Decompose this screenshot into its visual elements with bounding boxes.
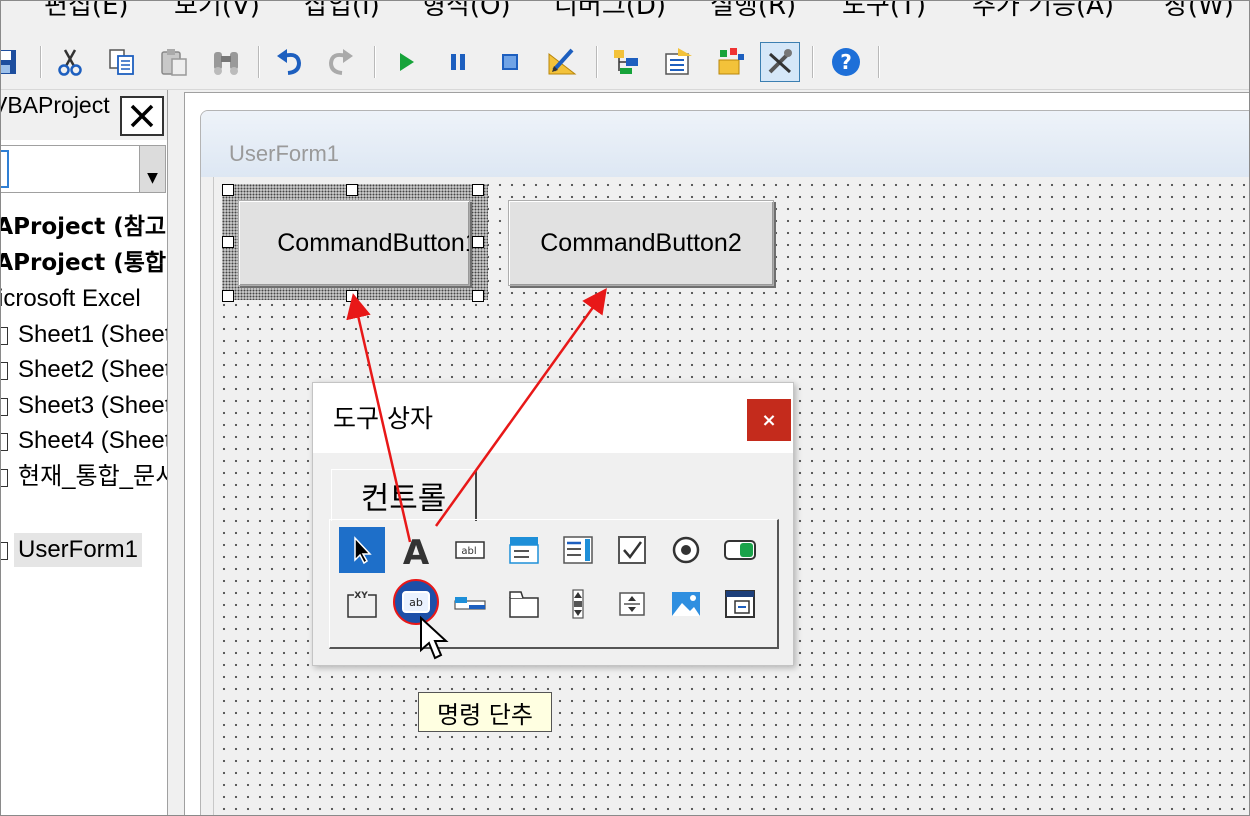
close-icon: × xyxy=(761,409,777,431)
toolbox-window: 도구 상자 × 컨트롤 A abl XY ab xyxy=(312,382,794,666)
command-button-2[interactable]: CommandButton2 xyxy=(508,200,774,286)
project-explorer-icon[interactable] xyxy=(606,42,646,82)
find-icon[interactable] xyxy=(206,42,246,82)
panel-splitter[interactable] xyxy=(168,90,184,816)
resize-handle[interactable] xyxy=(222,184,234,196)
menu-edit[interactable]: 편집(E) xyxy=(44,0,129,26)
run-icon[interactable] xyxy=(386,42,426,82)
copy-icon[interactable] xyxy=(102,42,142,82)
undo-icon[interactable] xyxy=(270,42,310,82)
listbox-tool-icon[interactable] xyxy=(555,527,601,573)
chevron-down-icon[interactable]: ▼ xyxy=(139,146,165,192)
menu-view[interactable]: 보기(V) xyxy=(174,0,260,26)
svg-text:ab: ab xyxy=(409,596,423,609)
spin-button-tool-icon[interactable] xyxy=(609,581,655,627)
tree-item[interactable]: VBAProject (참고) xyxy=(0,210,167,244)
menu-tools[interactable]: 도구(T) xyxy=(842,0,926,26)
resize-handle[interactable] xyxy=(472,290,484,302)
image-tool-icon[interactable] xyxy=(663,581,709,627)
menu-window[interactable]: 창(W) xyxy=(1164,0,1234,26)
project-explorer-header: VBAProject xyxy=(0,90,167,140)
save-icon[interactable] xyxy=(0,42,24,82)
project-combo[interactable]: ▼ xyxy=(0,145,166,193)
svg-text:abl: abl xyxy=(461,546,476,557)
properties-window-icon[interactable] xyxy=(658,42,698,82)
resize-handle[interactable] xyxy=(472,184,484,196)
project-explorer-panel: VBAProject ▼ VBAProject (참고) VBAProject … xyxy=(0,90,168,816)
tree-item[interactable]: Microsoft Excel xyxy=(0,282,141,316)
tab-controls[interactable]: 컨트롤 xyxy=(331,469,477,521)
svg-text:XY: XY xyxy=(354,591,368,601)
checkbox-tool-icon[interactable] xyxy=(609,527,655,573)
option-button-tool-icon[interactable] xyxy=(663,527,709,573)
menu-format[interactable]: 형식(O) xyxy=(422,0,511,26)
tabstrip-tool-icon[interactable] xyxy=(447,581,493,627)
resize-handle[interactable] xyxy=(346,290,358,302)
menu-bar: 편집(E) 보기(V) 삽입(I) 형식(O) 디버그(D) 실행(R) 도구(… xyxy=(0,0,1250,26)
textbox-tool-icon[interactable]: abl xyxy=(447,527,493,573)
cut-icon[interactable] xyxy=(50,42,90,82)
select-objects-icon[interactable] xyxy=(339,527,385,573)
label-tool-icon[interactable]: A xyxy=(393,527,439,573)
command-button-1[interactable]: CommandButton1 xyxy=(238,200,470,286)
tree-item-userform1[interactable]: UserForm1 xyxy=(0,533,167,567)
paste-icon[interactable] xyxy=(154,42,194,82)
object-browser-icon[interactable] xyxy=(710,42,750,82)
standard-toolbar: ? xyxy=(0,36,1250,90)
toolbox-icon[interactable] xyxy=(760,42,800,82)
userform-title: UserForm1 xyxy=(229,141,340,166)
toggle-button-tool-icon[interactable] xyxy=(717,527,763,573)
reset-icon[interactable] xyxy=(490,42,530,82)
resize-handle[interactable] xyxy=(346,184,358,196)
pause-icon[interactable] xyxy=(438,42,478,82)
menu-run[interactable]: 실행(R) xyxy=(710,0,796,26)
resize-handle[interactable] xyxy=(472,236,484,248)
project-explorer-title: VBAProject xyxy=(0,92,110,118)
svg-text:?: ? xyxy=(840,50,852,74)
tree-item[interactable]: VBAProject (통합) xyxy=(0,246,167,280)
project-close-button[interactable] xyxy=(120,96,164,136)
userform-titlebar: UserForm1 xyxy=(201,111,1249,177)
resize-handle[interactable] xyxy=(222,236,234,248)
mouse-cursor-icon xyxy=(420,616,449,660)
design-mode-icon[interactable] xyxy=(542,42,582,82)
toolbox-title: 도구 상자 xyxy=(333,404,433,433)
scrollbar-tool-icon[interactable] xyxy=(555,581,601,627)
multipage-tool-icon[interactable] xyxy=(501,581,547,627)
menu-debug[interactable]: 디버그(D) xyxy=(554,0,666,26)
menu-addins[interactable]: 추가 기능(A) xyxy=(972,0,1114,26)
redo-icon[interactable] xyxy=(320,42,360,82)
frame-tool-icon[interactable]: XY xyxy=(339,581,385,627)
help-icon[interactable]: ? xyxy=(826,42,866,82)
refedit-tool-icon[interactable] xyxy=(717,581,763,627)
menu-insert[interactable]: 삽입(I) xyxy=(304,0,380,26)
resize-handle[interactable] xyxy=(222,290,234,302)
svg-text:A: A xyxy=(403,533,430,567)
tooltip: 명령 단추 xyxy=(418,692,552,732)
combobox-tool-icon[interactable] xyxy=(501,527,547,573)
close-icon xyxy=(130,104,154,128)
toolbox-close-button[interactable]: × xyxy=(747,399,791,441)
